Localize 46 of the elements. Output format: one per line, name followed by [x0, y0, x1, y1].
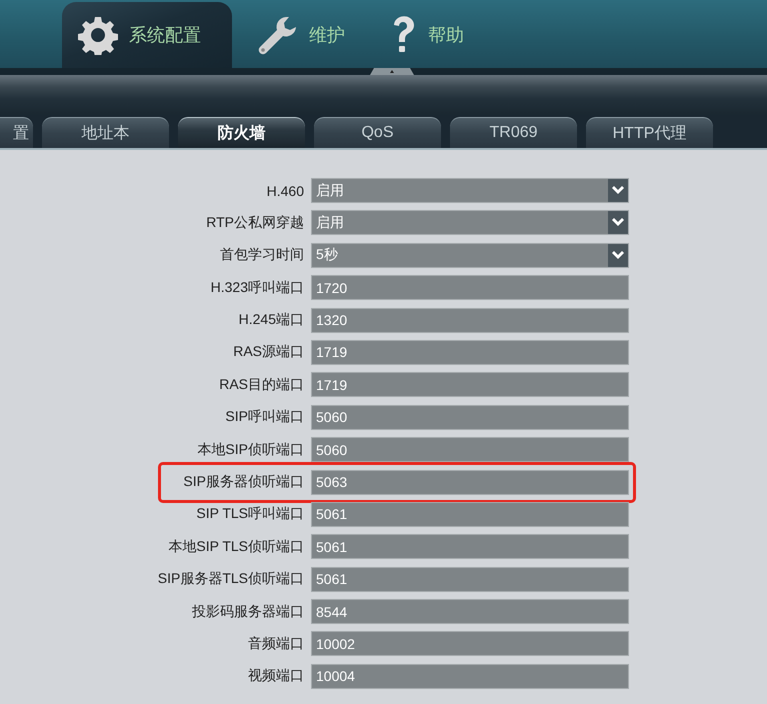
field-label: H.460 — [266, 182, 304, 198]
field-label: SIP呼叫端口 — [225, 408, 304, 426]
input-field[interactable]: 1320 — [311, 308, 629, 333]
field-label: RTP公私网穿越 — [206, 214, 304, 232]
input-field[interactable]: 10002 — [311, 631, 629, 656]
sub-tab[interactable]: HTTP代理 — [586, 117, 713, 148]
input-field[interactable]: 5061 — [311, 534, 629, 560]
input-field[interactable]: 5060 — [311, 404, 629, 430]
sub-tab[interactable]: 地址本 — [42, 117, 169, 148]
chevron-down-icon — [608, 179, 628, 202]
field-label: 视频端口 — [248, 667, 304, 686]
field-label: 本地SIP侦听端口 — [197, 440, 304, 459]
input-field[interactable]: 1719 — [311, 372, 629, 398]
field-label: SIP服务器侦听端口 — [183, 473, 304, 492]
nav-tab[interactable]: 帮助 — [375, 2, 486, 68]
input-field[interactable]: 5063 — [311, 470, 629, 495]
field-label: 投影码服务器端口 — [192, 602, 304, 621]
sub-tab[interactable]: TR069 — [450, 117, 577, 148]
field-label: 首包学习时间 — [220, 246, 304, 264]
sub-tab[interactable]: 置 — [0, 117, 33, 148]
input-field[interactable]: 5060 — [311, 437, 629, 462]
field-label: 本地SIP TLS侦听端口 — [168, 538, 304, 556]
nav-tab[interactable]: 维护 — [240, 2, 367, 68]
chevron-down-icon — [608, 211, 628, 234]
input-field[interactable]: 8544 — [311, 599, 629, 624]
field-label: H.323呼叫端口 — [210, 278, 304, 297]
input-field[interactable]: 5061 — [311, 566, 629, 592]
input-field[interactable]: 5061 — [311, 502, 629, 527]
input-field[interactable]: 10004 — [311, 664, 629, 689]
sub-tab[interactable]: 防火墙 — [178, 117, 305, 148]
nav-tab[interactable]: 系统配置 — [62, 2, 232, 68]
field-label: SIP服务器TLS侦听端口 — [158, 570, 304, 588]
field-label: RAS源端口 — [233, 343, 304, 362]
chevron-down-icon — [608, 244, 628, 267]
gear-icon — [78, 15, 118, 55]
field-label: H.245端口 — [238, 311, 304, 330]
input-field[interactable]: 1720 — [311, 275, 629, 300]
sub-tab[interactable]: QoS — [314, 117, 441, 148]
dropdown[interactable]: 5秒 — [311, 242, 629, 268]
field-label: SIP TLS呼叫端口 — [196, 505, 304, 524]
dropdown[interactable]: 启用 — [311, 178, 629, 203]
field-label: RAS目的端口 — [219, 376, 304, 394]
dropdown[interactable]: 启用 — [311, 210, 629, 236]
field-label: 音频端口 — [248, 634, 304, 653]
input-field[interactable]: 1719 — [311, 340, 629, 365]
wrench-icon — [256, 14, 298, 56]
